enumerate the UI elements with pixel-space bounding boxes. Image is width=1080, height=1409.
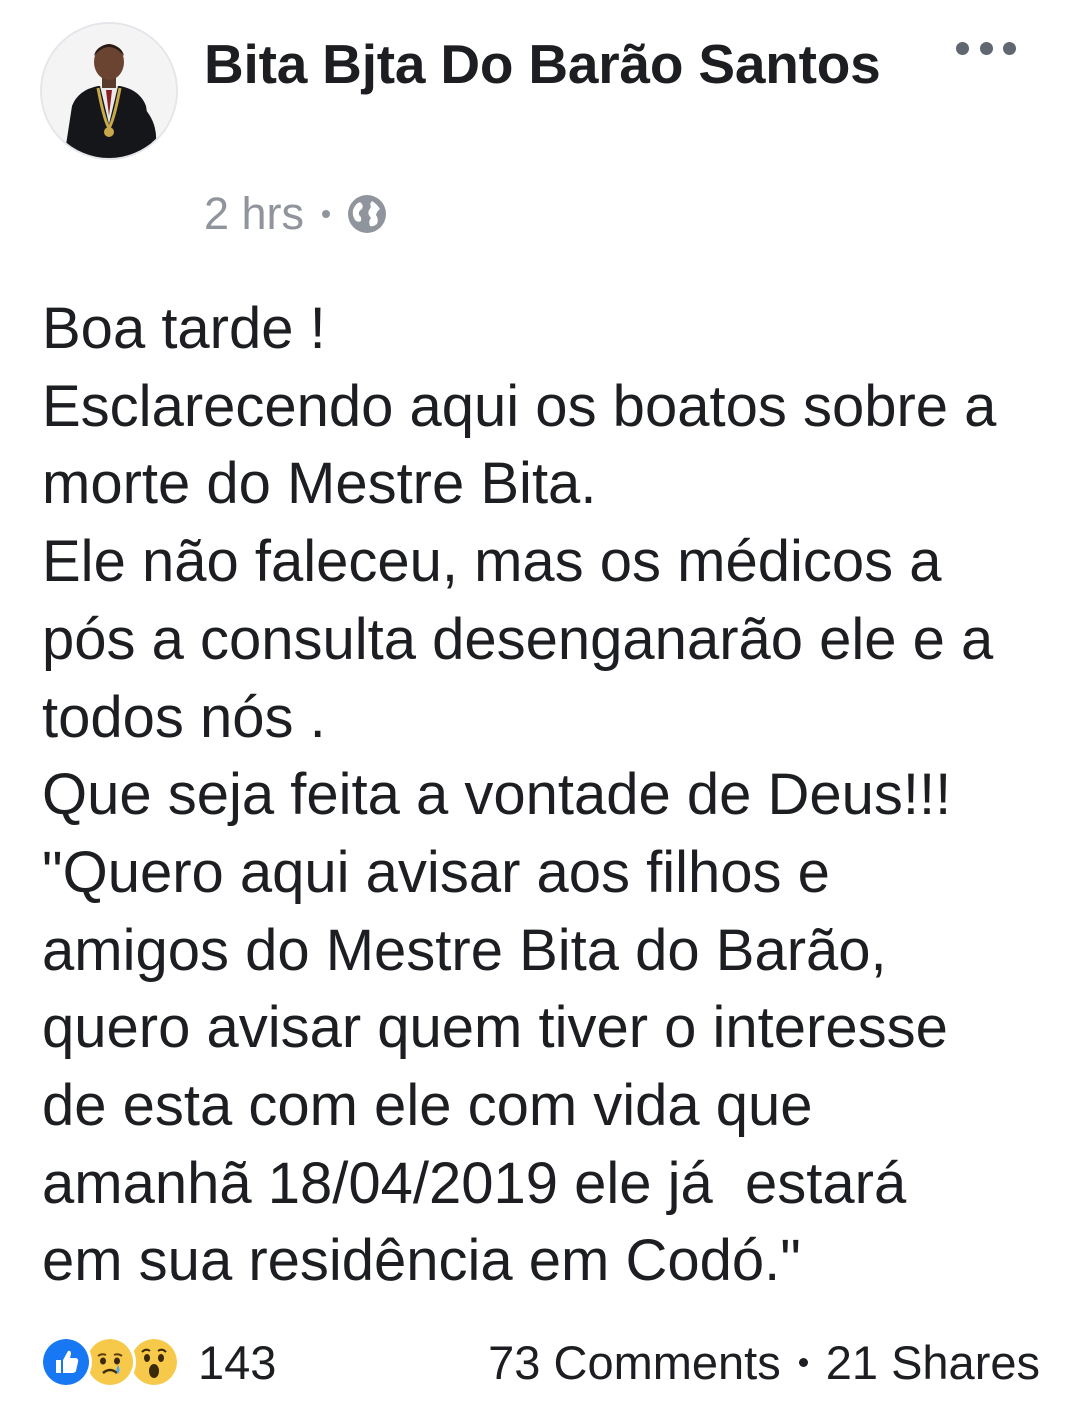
facebook-post: Bita Bjta Do Barão Santos 2 hrs Boa tard… <box>0 0 1080 1409</box>
post-body-line: Ele não faleceu, mas os médicos a <box>42 529 942 595</box>
post-body-line: quero avisar quem tiver o interesse <box>42 995 948 1061</box>
post-body-line: de esta com ele com vida que <box>42 1073 813 1139</box>
separator-dot <box>798 1357 808 1367</box>
more-dot <box>979 41 993 55</box>
author-avatar[interactable] <box>40 22 178 160</box>
author-name[interactable]: Bita Bjta Do Barão Santos <box>204 28 904 100</box>
like-reaction-icon <box>40 1336 92 1388</box>
post-body-line: pós a consulta desenganarão ele e a <box>42 606 994 672</box>
more-dot <box>956 41 969 55</box>
post-body-line: Esclarecendo aqui os boatos sobre a <box>42 373 997 439</box>
more-dot <box>1003 41 1016 55</box>
comments-count-link[interactable]: 73 Comments <box>488 1335 781 1390</box>
reactions-summary[interactable]: 143 <box>40 1334 276 1390</box>
post-body-line: em sua residência em Codó." <box>42 1228 801 1294</box>
more-options-icon[interactable] <box>956 36 1016 60</box>
reaction-count: 143 <box>198 1335 277 1389</box>
post-body-line: todos nós . <box>42 684 326 750</box>
post-body-line: morte do Mestre Bita. <box>42 451 597 517</box>
post-body-line: Boa tarde ! <box>42 296 326 361</box>
post-meta: 2 hrs <box>204 186 388 242</box>
globe-icon <box>348 195 387 233</box>
post-body-line: "Quero aqui avisar aos filhos e <box>42 839 830 905</box>
post-body-line: amanhã 18/04/2019 ele já estará <box>42 1150 907 1216</box>
post-timestamp[interactable]: 2 hrs <box>204 188 304 240</box>
post-body-line: amigos do Mestre Bita do Barão, <box>42 917 887 983</box>
post-stats: 73 Comments 21 Shares <box>488 1334 1040 1390</box>
post-body-line: Que seja feita a vontade de Deus!!! <box>42 762 952 828</box>
separator-dot <box>322 210 331 218</box>
post-footer: 143 73 Comments 21 Shares <box>40 1330 1040 1394</box>
post-body: Boa tarde ! Esclarecendo aqui os boatos … <box>42 290 1052 1300</box>
shares-count-link[interactable]: 21 Shares <box>826 1335 1040 1390</box>
avatar-photo <box>42 24 176 158</box>
